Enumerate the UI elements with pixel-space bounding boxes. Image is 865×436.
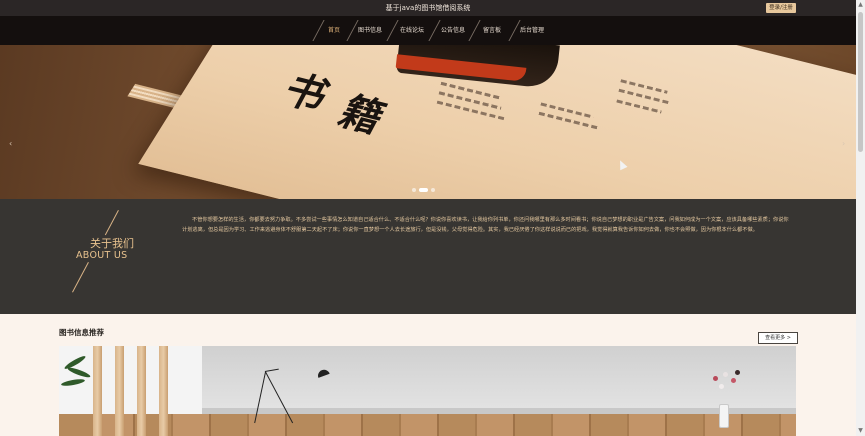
main-nav: 首页 图书信息 在线论坛 公告信息 留言板 后台管理 <box>0 16 856 45</box>
site-title: 基于java的图书馆借阅系统 <box>385 4 471 12</box>
carousel-dot-active[interactable] <box>419 188 428 192</box>
nav-item-forum[interactable]: 在线论坛 <box>392 16 432 45</box>
flower <box>719 384 724 389</box>
wood-slat <box>115 346 124 436</box>
nav-item-home[interactable]: 首页 <box>314 16 354 45</box>
scroll-up-icon[interactable]: ▲ <box>857 1 864 9</box>
scroll-down-icon[interactable]: ▼ <box>857 427 864 435</box>
flower-vase <box>719 404 729 428</box>
flower <box>723 372 728 377</box>
view-more-button[interactable]: 查看更多 > <box>758 332 798 344</box>
wood-slat <box>159 346 168 436</box>
flower <box>735 370 740 375</box>
login-register-button[interactable]: 登录/注册 <box>766 3 796 13</box>
about-text: 不管你想要怎样的生活，你都要去努力争取。不多尝试一些事情怎么知道自己适合什么、不… <box>182 217 789 233</box>
flower <box>731 378 736 383</box>
wood-slat <box>137 346 146 436</box>
books-section-title: 图书信息推荐 <box>59 328 104 337</box>
page-scrollbar[interactable]: ▲ ▼ <box>856 0 865 436</box>
carousel-dot[interactable] <box>412 188 416 192</box>
hero-carousel[interactable]: 书 籍 ‹ › <box>0 45 856 199</box>
wood-slat <box>93 346 102 436</box>
carousel-prev-icon[interactable]: ‹ <box>9 139 12 148</box>
nav-item-admin[interactable]: 后台管理 <box>512 16 552 45</box>
top-bar: 基于java的图书馆借阅系统 登录/注册 <box>0 0 856 16</box>
carousel-next-icon[interactable]: › <box>842 139 845 148</box>
nav-item-books[interactable]: 图书信息 <box>350 16 390 45</box>
page: 基于java的图书馆借阅系统 登录/注册 首页 图书信息 在线论坛 公告信息 留… <box>0 0 856 436</box>
flower <box>713 376 718 381</box>
nav-item-notices[interactable]: 公告信息 <box>433 16 473 45</box>
about-title: 关于我们 <box>90 237 134 250</box>
nav-item-messages[interactable]: 留言板 <box>472 16 512 45</box>
scroll-thumb[interactable] <box>858 12 863 152</box>
room-wall <box>202 346 796 408</box>
about-subtitle: ABOUT US <box>76 250 128 261</box>
carousel-dot[interactable] <box>431 188 435 192</box>
wood-floor <box>59 414 796 436</box>
book-recommendation-image[interactable] <box>59 346 796 436</box>
